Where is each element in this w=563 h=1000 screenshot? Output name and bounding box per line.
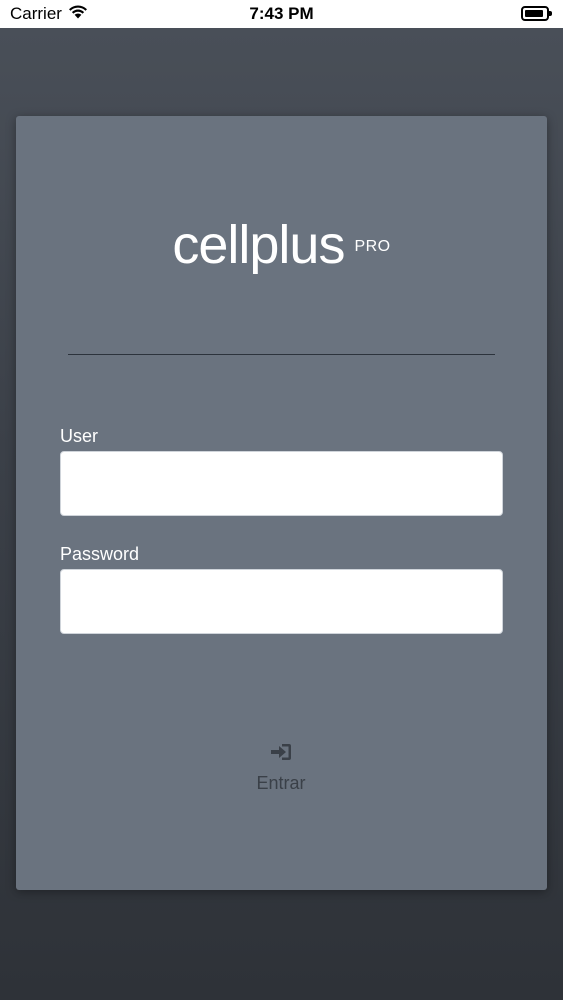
divider: [68, 354, 495, 355]
login-label: Entrar: [256, 773, 306, 793]
logo-pro-badge: PRO: [354, 238, 391, 255]
login-button[interactable]: Entrar: [226, 742, 336, 798]
user-label: User: [60, 426, 99, 446]
logo-text: cellplus: [172, 215, 345, 275]
app-logo: cellplus PRO: [16, 218, 547, 272]
login-card: cellplus PRO User Password Entrar: [16, 116, 547, 890]
status-bar: Carrier 7:43 PM: [0, 0, 563, 28]
password-label: Password: [60, 544, 140, 564]
user-input[interactable]: [60, 451, 503, 516]
status-time: 7:43 PM: [249, 4, 314, 23]
battery-icon: [521, 6, 552, 21]
sign-in-icon: [269, 742, 293, 767]
password-input[interactable]: [60, 569, 503, 634]
